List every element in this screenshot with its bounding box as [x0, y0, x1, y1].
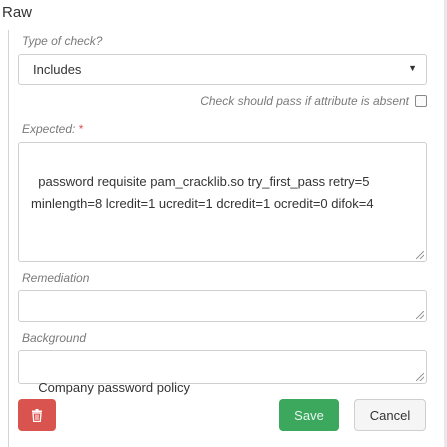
resize-grip-icon[interactable]	[416, 373, 424, 381]
expected-label: Expected: *	[22, 122, 83, 136]
caret-down-icon: ▼	[408, 63, 417, 73]
type-of-check-select[interactable]: Includes ▼	[18, 54, 427, 85]
remediation-label: Remediation	[22, 271, 90, 285]
background-value: Company password policy	[38, 380, 190, 395]
delete-button[interactable]	[18, 399, 56, 431]
required-marker: *	[78, 122, 84, 136]
type-of-check-label: Type of check?	[22, 34, 103, 48]
resize-grip-icon[interactable]	[416, 251, 424, 259]
type-of-check-value: Includes	[33, 62, 82, 77]
absent-pass-row: Check should pass if attribute is absent	[200, 94, 427, 108]
absent-pass-label: Check should pass if attribute is absent	[200, 94, 409, 108]
remediation-textarea[interactable]	[18, 290, 427, 322]
save-button[interactable]: Save	[279, 399, 339, 431]
expected-textarea[interactable]: password requisite pam_cracklib.so try_f…	[18, 142, 427, 262]
cancel-button[interactable]: Cancel	[354, 399, 426, 431]
section-title: Raw	[2, 4, 33, 21]
background-textarea[interactable]: Company password policy	[18, 350, 427, 395]
resize-grip-icon[interactable]	[416, 311, 424, 319]
expected-value: password requisite pam_cracklib.so try_f…	[31, 174, 374, 211]
expected-label-text: Expected:	[22, 122, 76, 136]
absent-pass-checkbox[interactable]	[415, 95, 427, 107]
background-label: Background	[22, 331, 87, 345]
trash-icon	[32, 408, 42, 422]
